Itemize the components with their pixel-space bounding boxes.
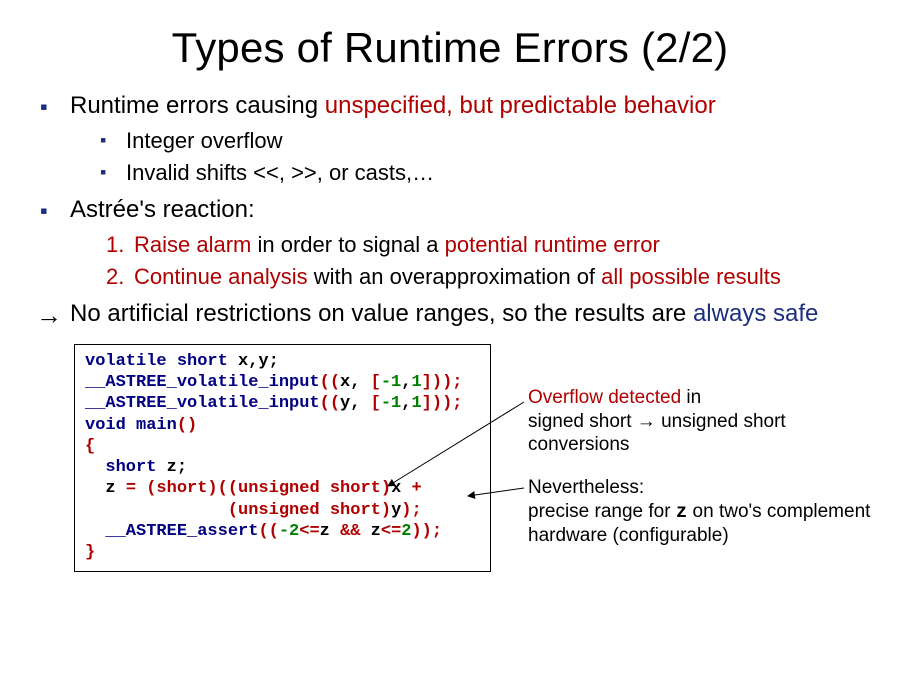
- code-token: short: [85, 458, 167, 477]
- emphasis: potential runtime error: [445, 232, 660, 257]
- code-token: = (short)((unsigned short): [126, 479, 391, 498]
- code-token: z;: [167, 458, 187, 477]
- code-token: -2: [279, 522, 299, 541]
- emphasis: Continue analysis: [134, 264, 314, 289]
- code-token: z: [85, 479, 126, 498]
- code-token: [: [371, 373, 381, 392]
- code-token: y,: [340, 394, 371, 413]
- bullet-conclusion: No artificial restrictions on value rang…: [38, 298, 862, 330]
- code-token: +: [411, 479, 421, 498]
- code-token: ((: [320, 394, 340, 413]
- code-inline: z: [676, 501, 687, 523]
- code-token: <=: [381, 522, 401, 541]
- code-token: volatile short: [85, 352, 238, 371]
- text: with an overapproximation of: [314, 264, 601, 289]
- code-token: ,: [401, 394, 411, 413]
- num-item-2: Continue analysis with an overapproximat…: [134, 262, 862, 292]
- code-token: -1: [381, 373, 401, 392]
- code-token: (unsigned short): [85, 501, 391, 520]
- code-token: 2: [401, 522, 411, 541]
- annotation-precise: Nevertheless: precise range for z on two…: [528, 476, 900, 548]
- lower-area: volatile short x,y; __ASTREE_volatile_in…: [38, 344, 862, 604]
- code-token: void: [85, 416, 136, 435]
- code-token: x: [391, 479, 411, 498]
- emphasis: unspecified, but predictable behavior: [325, 92, 716, 119]
- sub-list: Integer overflow Invalid shifts <<, >>, …: [70, 126, 862, 187]
- annotation-overflow: Overflow detected in signed short → unsi…: [528, 386, 900, 457]
- text: Nevertheless:: [528, 477, 644, 498]
- text: hardware (configurable): [528, 525, 729, 546]
- bullet-runtime-errors: Runtime errors causing unspecified, but …: [38, 90, 862, 188]
- text: in: [686, 387, 701, 408]
- code-token: main: [136, 416, 177, 435]
- text: conversions: [528, 434, 629, 455]
- bullet-list: Runtime errors causing unspecified, but …: [38, 90, 862, 330]
- code-token: -1: [381, 394, 401, 413]
- code-token: (): [177, 416, 197, 435]
- sub-item-shifts: Invalid shifts <<, >>, or casts,…: [70, 158, 862, 188]
- text: precise range for: [528, 501, 676, 522]
- emphasis: Overflow detected: [528, 387, 686, 408]
- code-token: __ASTREE_volatile_input: [85, 373, 320, 392]
- code-token: ((: [320, 373, 340, 392]
- code-token: &&: [340, 522, 371, 541]
- code-token: 1: [411, 394, 421, 413]
- text: Runtime errors causing: [70, 92, 325, 119]
- bullet-astree-reaction: Astrée's reaction: Raise alarm in order …: [38, 194, 862, 292]
- code-token: __ASTREE_volatile_input: [85, 394, 320, 413]
- text: Astrée's reaction:: [70, 196, 255, 223]
- text: on two's complement: [687, 501, 870, 522]
- code-token: [: [371, 394, 381, 413]
- code-token: ((: [258, 522, 278, 541]
- emphasis: all possible results: [601, 264, 781, 289]
- num-item-1: Raise alarm in order to signal a potenti…: [134, 230, 862, 260]
- code-token: ));: [411, 522, 442, 541]
- code-token: 1: [411, 373, 421, 392]
- code-token: z: [320, 522, 340, 541]
- emphasis: always safe: [693, 300, 818, 327]
- code-token: x,: [340, 373, 371, 392]
- code-token: {: [85, 437, 95, 456]
- emphasis: Raise alarm: [134, 232, 251, 257]
- code-token: <=: [299, 522, 319, 541]
- text: signed short → unsigned short: [528, 411, 786, 432]
- text: No artificial restrictions on value rang…: [70, 300, 693, 327]
- code-token: z: [371, 522, 381, 541]
- code-token: __ASTREE_assert: [85, 522, 258, 541]
- code-token: }: [85, 543, 95, 562]
- code-token: ]));: [422, 394, 463, 413]
- code-example: volatile short x,y; __ASTREE_volatile_in…: [74, 344, 491, 573]
- code-token: ]));: [422, 373, 463, 392]
- code-token: );: [401, 501, 421, 520]
- text: in order to signal a: [251, 232, 444, 257]
- slide: Types of Runtime Errors (2/2) Runtime er…: [0, 0, 900, 674]
- slide-title: Types of Runtime Errors (2/2): [38, 24, 862, 72]
- numbered-list: Raise alarm in order to signal a potenti…: [70, 230, 862, 291]
- code-token: x,y;: [238, 352, 279, 371]
- sub-item-overflow: Integer overflow: [70, 126, 862, 156]
- code-token: ,: [401, 373, 411, 392]
- code-token: y: [391, 501, 401, 520]
